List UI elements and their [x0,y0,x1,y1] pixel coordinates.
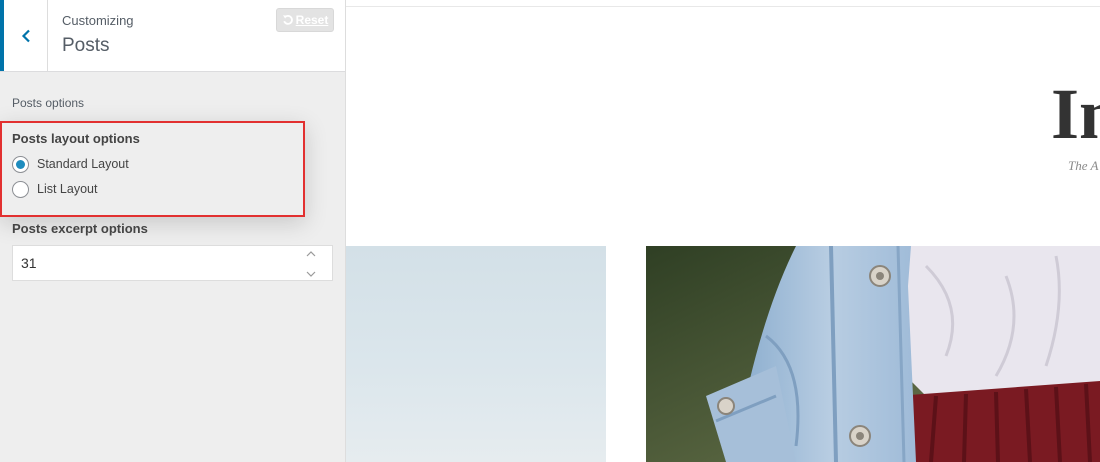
chevron-down-icon[interactable] [306,271,316,277]
list-layout-label: List Layout [37,182,98,196]
posts-layout-options-title: Posts layout options [12,131,140,146]
posts-excerpt-options-title: Posts excerpt options [12,221,148,236]
chevron-up-icon[interactable] [306,251,316,257]
customizer-sidebar: Customizing Posts Reset Posts options Po… [0,0,346,462]
header-title-area: Customizing Posts [62,12,134,59]
reset-label: Reset [295,13,329,27]
denim-jacket-photo [646,246,1100,462]
radio-button-unchecked[interactable] [12,180,29,198]
radio-button-checked[interactable] [12,155,29,173]
site-title[interactable]: In [1051,74,1100,154]
site-tagline: The A [1068,158,1099,173]
reset-icon [282,14,293,25]
section-description: Posts options [12,96,85,110]
post-thumbnail-denim-jacket[interactable] [646,246,1100,462]
list-layout-radio[interactable]: List Layout [12,180,97,198]
chevron-left-icon [21,29,30,42]
excerpt-length-input[interactable] [13,246,332,280]
post-thumbnail-sky[interactable] [346,246,606,462]
standard-layout-label: Standard Layout [37,157,129,171]
preview-header-divider [346,6,1100,7]
section-title: Posts [62,35,110,56]
reset-button[interactable]: Reset [276,8,334,32]
site-preview: In The A [346,0,1100,462]
excerpt-stepper[interactable] [306,251,316,277]
back-button[interactable] [0,0,48,71]
excerpt-number-field [12,245,333,281]
customizer-header: Customizing Posts Reset [0,0,345,72]
standard-layout-radio[interactable]: Standard Layout [12,155,129,173]
customizing-label: Customizing [62,13,134,28]
